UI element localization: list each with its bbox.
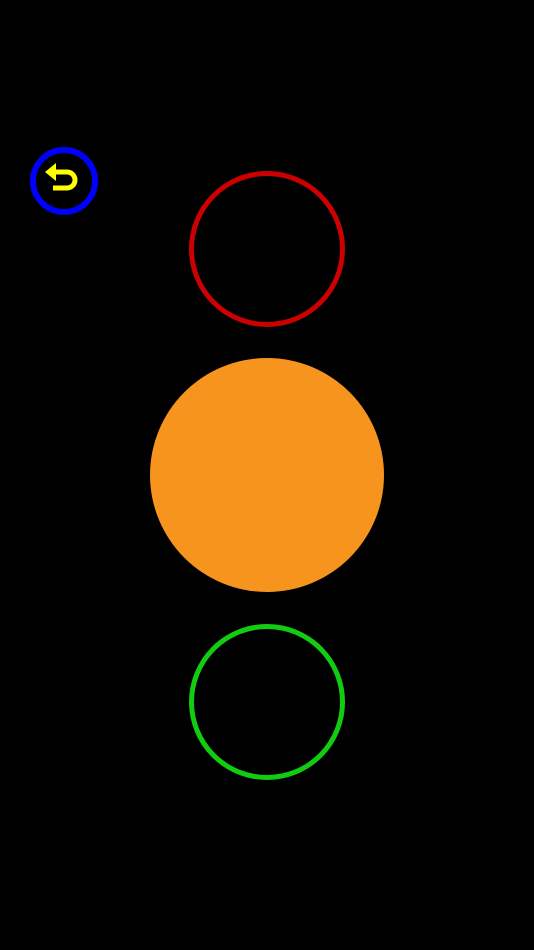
traffic-light-screen <box>0 0 534 950</box>
back-button[interactable] <box>29 146 99 216</box>
undo-arrow-icon <box>30 147 98 215</box>
red-light[interactable] <box>189 171 345 327</box>
green-light[interactable] <box>189 624 345 780</box>
amber-light[interactable] <box>150 358 384 592</box>
